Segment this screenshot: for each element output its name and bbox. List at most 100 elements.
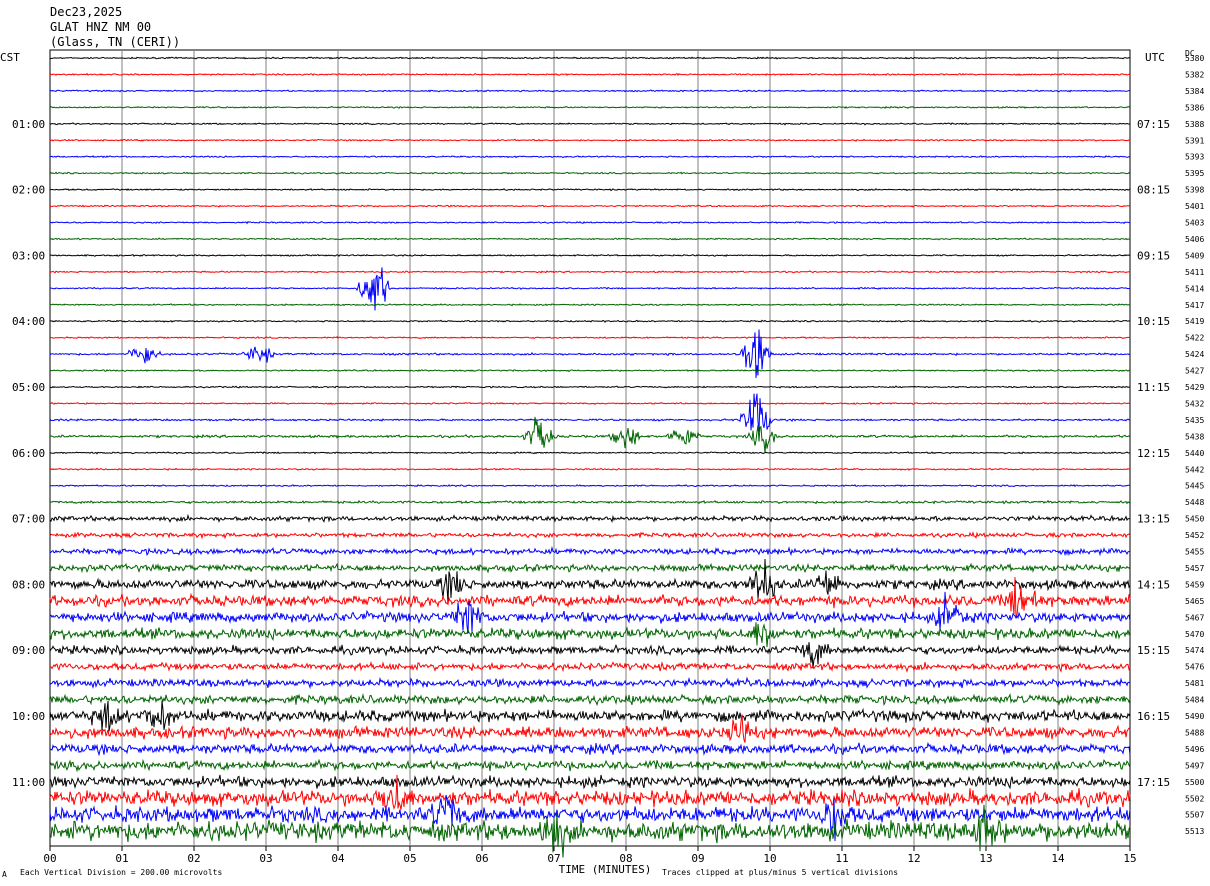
trace-35 [49, 622, 1131, 648]
scale-note: Each Vertical Division = 200.00 microvol… [20, 868, 222, 877]
dc-offset: 5395 [1185, 169, 1204, 178]
cst-hour-label: 05:00 [12, 381, 45, 394]
x-axis-label: TIME (MINUTES) [559, 863, 652, 876]
dc-offset: 5457 [1185, 564, 1204, 573]
cst-hour-label: 01:00 [12, 118, 45, 131]
trace-30 [49, 545, 1131, 557]
trace-19 [49, 368, 1130, 373]
trace-21 [49, 401, 1131, 406]
dc-offset: 5474 [1185, 646, 1204, 655]
dc-offset: 5424 [1185, 350, 1204, 359]
dc-offset: 5484 [1185, 696, 1204, 705]
x-tick-label: 05 [403, 852, 416, 865]
dc-offset: 5440 [1185, 449, 1204, 458]
x-tick-label: 13 [979, 852, 992, 865]
trace-9 [49, 204, 1131, 208]
trace-3 [49, 105, 1131, 109]
trace-6 [49, 155, 1131, 159]
dc-offset: 5391 [1185, 136, 1204, 145]
dc-offset: 5411 [1185, 268, 1204, 277]
dc-offset: 5403 [1185, 219, 1204, 228]
trace-20 [49, 385, 1131, 389]
utc-hour-label: 07:15 [1137, 118, 1170, 131]
dc-offset: 5388 [1185, 120, 1204, 129]
trace-39 [49, 693, 1131, 707]
dc-offset: 5445 [1185, 482, 1204, 491]
dc-offset: 5398 [1185, 186, 1204, 195]
trace-7 [49, 171, 1131, 175]
dc-offset: 5438 [1185, 432, 1204, 441]
trace-42 [49, 741, 1131, 757]
trace-12 [49, 253, 1131, 257]
trace-22 [49, 393, 1131, 432]
trace-16 [49, 319, 1131, 323]
clip-note: Traces clipped at plus/minus 5 vertical … [662, 868, 898, 877]
dc-offset: 5448 [1185, 498, 1204, 507]
trace-34 [49, 591, 1131, 634]
x-tick-label: 02 [187, 852, 200, 865]
x-tick-label: 00 [43, 852, 56, 865]
trace-0 [49, 56, 1131, 60]
utc-zone-label: UTC [1145, 51, 1165, 64]
x-tick-label: 09 [691, 852, 704, 865]
trace-44 [49, 774, 1131, 790]
trace-40 [49, 700, 1131, 732]
plot-frame [49, 49, 1131, 847]
dc-offset: 5502 [1185, 794, 1204, 803]
dc-offset: 5442 [1185, 465, 1204, 474]
trace-28 [49, 513, 1131, 524]
utc-hour-label: 15:15 [1137, 644, 1170, 657]
dc-offset: 5429 [1185, 383, 1204, 392]
dc-offset: 5497 [1185, 761, 1204, 770]
dc-offset: 5467 [1185, 613, 1204, 622]
trace-23 [49, 416, 1131, 453]
dc-offset: 5459 [1185, 580, 1204, 589]
cst-hour-label: 09:00 [12, 644, 45, 657]
x-tick-label: 11 [835, 852, 848, 865]
dc-offset: 5455 [1185, 548, 1204, 557]
trace-38 [49, 676, 1131, 690]
trace-32 [49, 558, 1131, 603]
dc-offset: 5422 [1185, 334, 1204, 343]
cst-hour-label: 06:00 [12, 447, 45, 460]
trace-46 [49, 794, 1131, 842]
trace-10 [49, 220, 1131, 225]
trace-15 [49, 303, 1131, 307]
trace-13 [49, 270, 1130, 274]
trace-26 [49, 484, 1131, 488]
utc-hour-label: 13:15 [1137, 513, 1170, 526]
x-tick-label: 14 [1051, 852, 1065, 865]
trace-41 [49, 714, 1131, 743]
trace-25 [49, 467, 1131, 471]
dc-offset: 5488 [1185, 728, 1204, 737]
x-tick-label: 15 [1123, 852, 1136, 865]
trace-43 [49, 758, 1131, 773]
dc-offset: 5435 [1185, 416, 1204, 425]
dc-offset: 5419 [1185, 317, 1204, 326]
dc-offset: 5417 [1185, 301, 1204, 310]
dc-offset: 5427 [1185, 367, 1204, 376]
dc-header: DC [1185, 49, 1195, 58]
utc-hour-label: 10:15 [1137, 315, 1170, 328]
dc-offset: 5393 [1185, 153, 1204, 162]
utc-hour-label: 11:15 [1137, 381, 1170, 394]
cst-hour-label: 11:00 [12, 776, 45, 789]
trace-24 [49, 451, 1131, 455]
dc-offset: 5401 [1185, 202, 1204, 211]
cst-hour-label: 08:00 [12, 578, 45, 591]
dc-offset: 5382 [1185, 70, 1204, 79]
corner-mark: A [2, 870, 7, 879]
dc-offset: 5507 [1185, 811, 1204, 820]
utc-hour-label: 12:15 [1137, 447, 1170, 460]
trace-37 [49, 661, 1131, 673]
trace-5 [49, 138, 1131, 142]
x-tick-label: 04 [331, 852, 345, 865]
dc-offset: 5414 [1185, 284, 1204, 293]
cst-hour-label: 04:00 [12, 315, 45, 328]
trace-31 [49, 562, 1131, 574]
utc-hour-label: 09:15 [1137, 249, 1170, 262]
utc-hour-label: 14:15 [1137, 578, 1170, 591]
dc-offset: 5500 [1185, 778, 1204, 787]
dc-offset: 5406 [1185, 235, 1204, 244]
trace-17 [49, 336, 1131, 340]
